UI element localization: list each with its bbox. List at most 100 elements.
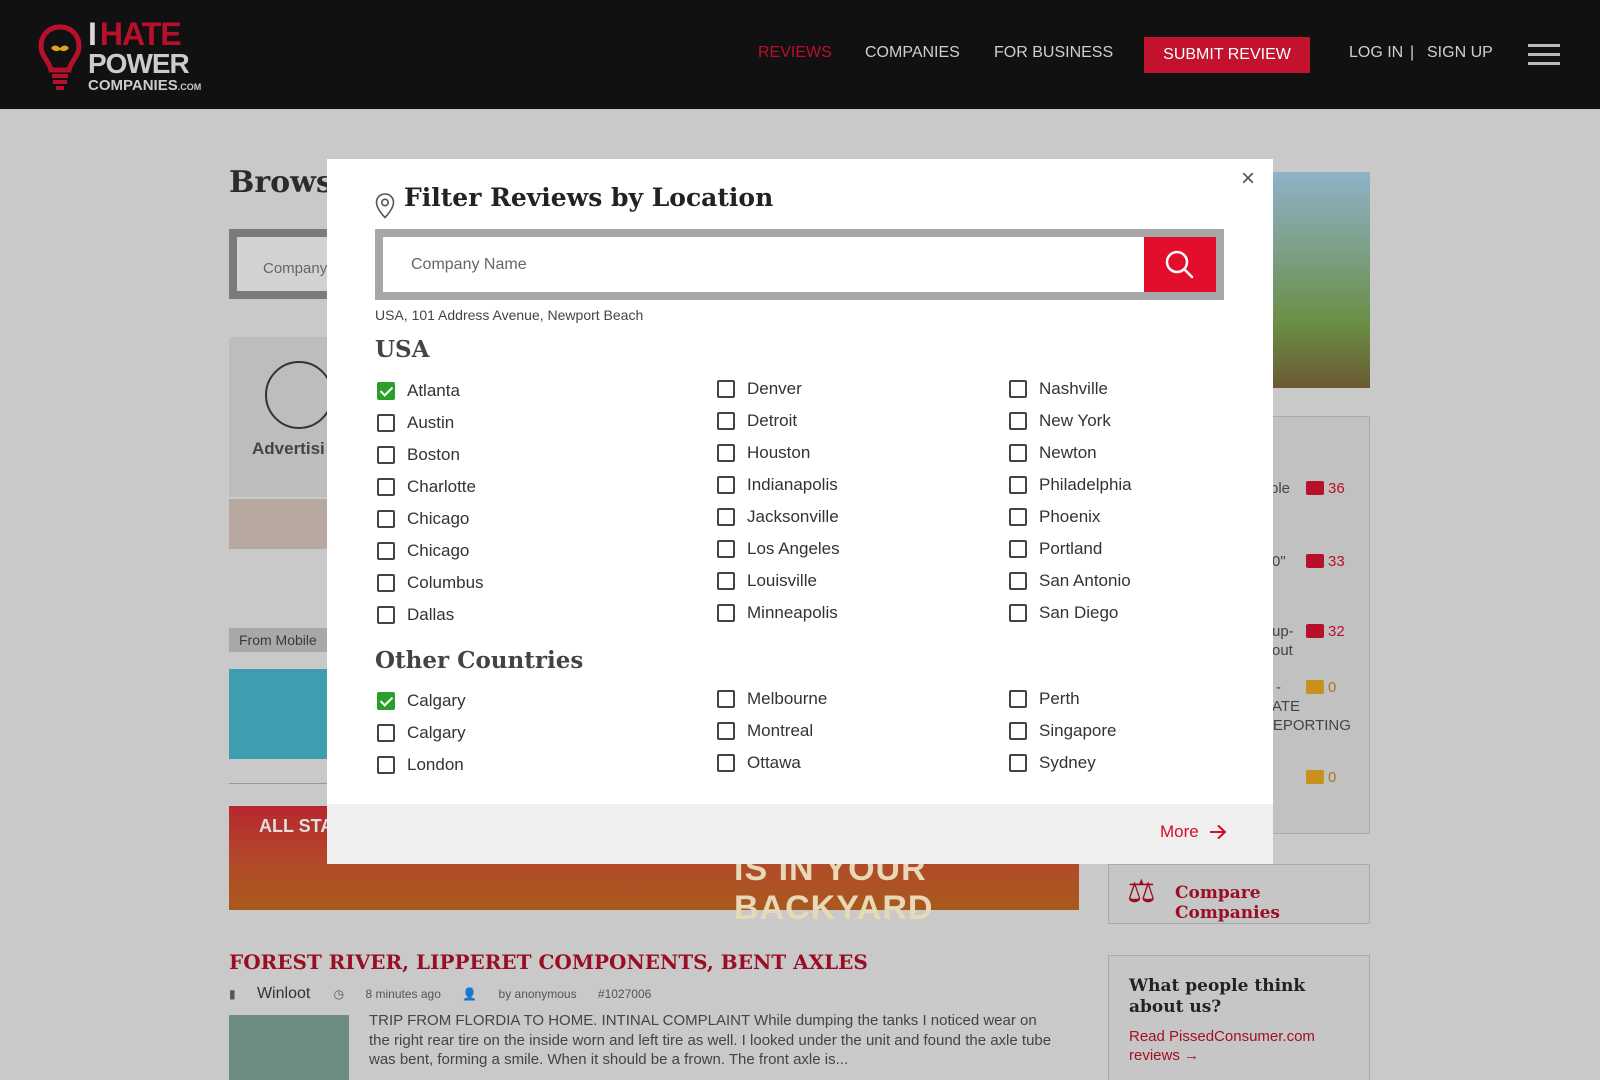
checkbox-unchecked[interactable] — [717, 540, 735, 558]
post-image — [229, 1015, 349, 1080]
current-address: USA, 101 Address Avenue, Newport Beach — [375, 307, 644, 323]
signup-link[interactable]: SIGN UP — [1427, 44, 1493, 62]
city-checkbox-row[interactable]: Sydney — [1009, 752, 1096, 774]
city-checkbox-row[interactable]: Houston — [717, 442, 810, 464]
city-label: Portland — [1039, 539, 1103, 558]
city-checkbox-row[interactable]: Phoenix — [1009, 506, 1100, 528]
city-checkbox-row[interactable]: Newton — [1009, 442, 1097, 464]
city-checkbox-row[interactable]: Calgary — [377, 690, 466, 712]
city-checkbox-row[interactable]: Ottawa — [717, 752, 801, 774]
city-checkbox-row[interactable]: Calgary — [377, 722, 466, 744]
nav-for-business[interactable]: FOR BUSINESS — [994, 44, 1113, 62]
city-label: Columbus — [407, 573, 484, 592]
checkbox-checked[interactable] — [377, 382, 395, 400]
checkbox-checked[interactable] — [377, 692, 395, 710]
city-checkbox-row[interactable]: London — [377, 754, 464, 776]
logo-text-com: .COM — [177, 82, 202, 92]
city-checkbox-row[interactable]: San Diego — [1009, 602, 1118, 624]
checkbox-unchecked[interactable] — [1009, 690, 1027, 708]
think-link[interactable]: Read PissedConsumer.com reviews → — [1129, 1027, 1349, 1066]
city-checkbox-row[interactable]: Melbourne — [717, 688, 827, 710]
submit-review-button[interactable]: SUBMIT REVIEW — [1144, 37, 1310, 73]
checkbox-unchecked[interactable] — [1009, 540, 1027, 558]
site-header: I HATE POWER COMPANIES.COM REVIEWS COMPAN… — [0, 0, 1600, 109]
side-item-text: up- — [1272, 623, 1294, 640]
city-label: Sydney — [1039, 753, 1096, 772]
checkbox-unchecked[interactable] — [1009, 380, 1027, 398]
clock-icon: ◷ — [333, 987, 345, 1001]
checkbox-unchecked[interactable] — [377, 510, 395, 528]
city-checkbox-row[interactable]: Minneapolis — [717, 602, 838, 624]
city-checkbox-row[interactable]: Chicago — [377, 540, 469, 562]
checkbox-unchecked[interactable] — [1009, 412, 1027, 430]
city-checkbox-row[interactable]: Portland — [1009, 538, 1102, 560]
city-checkbox-row[interactable]: Philadelphia — [1009, 474, 1132, 496]
checkbox-unchecked[interactable] — [1009, 604, 1027, 622]
checkbox-unchecked[interactable] — [377, 724, 395, 742]
more-button[interactable]: More — [1160, 822, 1227, 842]
hamburger-menu-icon[interactable] — [1528, 44, 1560, 66]
search-button[interactable] — [1144, 237, 1216, 292]
post-company[interactable]: Winloot — [257, 985, 310, 1002]
city-checkbox-row[interactable]: Dallas — [377, 604, 454, 626]
checkbox-unchecked[interactable] — [377, 542, 395, 560]
checkbox-unchecked[interactable] — [717, 572, 735, 590]
nav-reviews[interactable]: REVIEWS — [758, 44, 832, 62]
side-item-text: ATE — [1272, 698, 1301, 715]
city-checkbox-row[interactable]: Detroit — [717, 410, 797, 432]
checkbox-unchecked[interactable] — [1009, 754, 1027, 772]
city-checkbox-row[interactable]: Boston — [377, 444, 460, 466]
site-logo[interactable]: I HATE POWER COMPANIES.COM — [38, 18, 218, 94]
checkbox-unchecked[interactable] — [377, 606, 395, 624]
checkbox-unchecked[interactable] — [377, 414, 395, 432]
checkbox-unchecked[interactable] — [717, 508, 735, 526]
city-label: Indianapolis — [747, 475, 838, 494]
city-checkbox-row[interactable]: Columbus — [377, 572, 484, 594]
city-checkbox-row[interactable]: Louisville — [717, 570, 817, 592]
city-checkbox-row[interactable]: Singapore — [1009, 720, 1117, 742]
login-link[interactable]: LOG IN — [1349, 44, 1403, 62]
nav-companies[interactable]: COMPANIES — [865, 44, 960, 62]
post-body: TRIP FROM FLORDIA TO HOME. INTINAL COMPL… — [369, 1012, 1052, 1068]
close-icon[interactable]: × — [1241, 165, 1255, 193]
checkbox-unchecked[interactable] — [717, 722, 735, 740]
side-item-count: 33 — [1306, 553, 1345, 570]
city-checkbox-row[interactable]: Montreal — [717, 720, 813, 742]
city-checkbox-row[interactable]: Los Angeles — [717, 538, 840, 560]
city-checkbox-row[interactable]: New York — [1009, 410, 1111, 432]
what-people-think-card: What people think about us? Read PissedC… — [1108, 955, 1370, 1080]
city-checkbox-row[interactable]: San Antonio — [1009, 570, 1131, 592]
checkbox-unchecked[interactable] — [1009, 722, 1027, 740]
checkbox-unchecked[interactable] — [717, 604, 735, 622]
city-checkbox-row[interactable]: Atlanta — [377, 380, 460, 402]
checkbox-unchecked[interactable] — [717, 444, 735, 462]
think-link-label: Read PissedConsumer.com reviews — [1129, 1027, 1315, 1065]
city-checkbox-row[interactable]: Austin — [377, 412, 454, 434]
checkbox-unchecked[interactable] — [717, 380, 735, 398]
checkbox-unchecked[interactable] — [377, 574, 395, 592]
side-ad-image — [1270, 172, 1370, 388]
city-checkbox-row[interactable]: Chicago — [377, 508, 469, 530]
checkbox-unchecked[interactable] — [1009, 508, 1027, 526]
checkbox-unchecked[interactable] — [717, 412, 735, 430]
checkbox-unchecked[interactable] — [377, 756, 395, 774]
checkbox-unchecked[interactable] — [1009, 476, 1027, 494]
checkbox-unchecked[interactable] — [717, 476, 735, 494]
compare-companies-button[interactable]: ⚖ Compare Companies — [1108, 864, 1370, 924]
checkbox-unchecked[interactable] — [717, 690, 735, 708]
city-checkbox-row[interactable]: Charlotte — [377, 476, 476, 498]
company-name-input[interactable] — [383, 237, 1144, 292]
checkbox-unchecked[interactable] — [377, 446, 395, 464]
city-checkbox-row[interactable]: Perth — [1009, 688, 1080, 710]
checkbox-unchecked[interactable] — [1009, 444, 1027, 462]
checkbox-unchecked[interactable] — [717, 754, 735, 772]
checkbox-unchecked[interactable] — [1009, 572, 1027, 590]
post-title[interactable]: FOREST RIVER, LIPPERET COMPONENTS, BENT … — [229, 950, 868, 974]
post-author: by anonymous — [498, 987, 577, 1001]
city-checkbox-row[interactable]: Indianapolis — [717, 474, 838, 496]
city-checkbox-row[interactable]: Jacksonville — [717, 506, 839, 528]
modal-title: Filter Reviews by Location — [404, 183, 774, 212]
city-checkbox-row[interactable]: Nashville — [1009, 378, 1108, 400]
checkbox-unchecked[interactable] — [377, 478, 395, 496]
city-checkbox-row[interactable]: Denver — [717, 378, 802, 400]
